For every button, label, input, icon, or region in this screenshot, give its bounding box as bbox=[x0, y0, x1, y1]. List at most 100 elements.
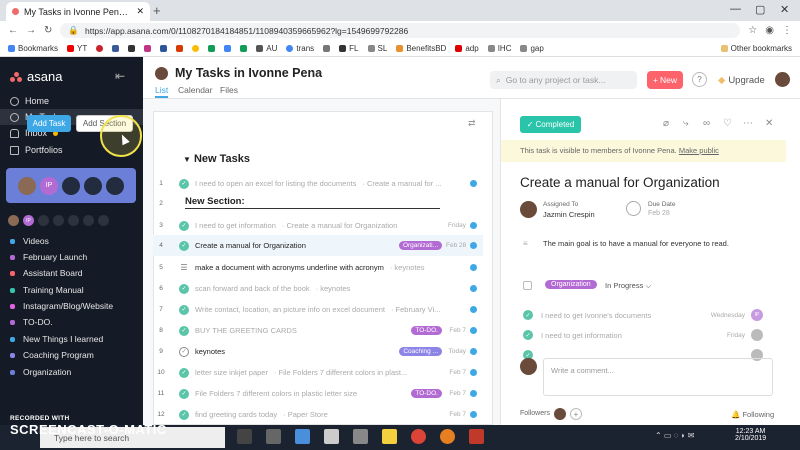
bookmark-amazon[interactable] bbox=[128, 44, 136, 52]
close-icon[interactable]: ✕ bbox=[765, 118, 773, 129]
project-tag[interactable]: Organization bbox=[545, 280, 597, 289]
comment-input[interactable]: Write a comment... bbox=[543, 358, 773, 396]
following-button[interactable]: 🔔 Following bbox=[731, 410, 774, 419]
complete-checkbox-icon[interactable]: ✓ bbox=[523, 330, 533, 340]
avatar-placeholder[interactable] bbox=[38, 215, 49, 226]
collapse-sidebar-icon[interactable]: ⇤ bbox=[115, 69, 125, 83]
bookmark-docs[interactable] bbox=[224, 44, 232, 52]
menu-icon[interactable]: ⋮ bbox=[782, 25, 792, 36]
extension-icon[interactable]: ◉ bbox=[765, 25, 774, 36]
team-members-card[interactable]: IP bbox=[6, 168, 136, 203]
avatar[interactable] bbox=[18, 176, 36, 195]
assignee-dot[interactable] bbox=[470, 390, 477, 397]
new-tab-icon[interactable]: + bbox=[153, 3, 161, 18]
screencast-icon[interactable] bbox=[469, 429, 484, 444]
complete-checkbox-icon[interactable]: ✓ bbox=[179, 283, 189, 294]
caret-down-icon[interactable]: ▼ bbox=[183, 155, 191, 164]
bookmark-word[interactable] bbox=[160, 44, 168, 52]
assignee-dot[interactable] bbox=[470, 264, 477, 271]
avatar-placeholder[interactable] bbox=[98, 215, 109, 226]
complete-checkbox-icon[interactable]: ✓ bbox=[179, 388, 189, 399]
task-due-date[interactable]: Friday bbox=[446, 222, 466, 229]
task-row[interactable]: 8 ✓ BUY THE GREETING CARDS TO-DO. Feb 7 bbox=[153, 320, 483, 341]
section-dropdown[interactable]: In Progress ⌵ bbox=[605, 281, 651, 291]
assignee-dot[interactable] bbox=[470, 348, 477, 355]
more-options-icon[interactable]: ··· bbox=[311, 65, 323, 79]
bookmark-instagram[interactable] bbox=[144, 44, 152, 52]
bookmark-au[interactable]: AU bbox=[256, 44, 277, 53]
bookmark-pinterest[interactable] bbox=[96, 44, 104, 52]
complete-checkbox-icon[interactable] bbox=[179, 199, 189, 209]
bookmark-apps[interactable]: Bookmarks bbox=[8, 44, 58, 53]
task-name[interactable]: keynotes bbox=[195, 347, 225, 356]
bookmark-drive[interactable] bbox=[208, 44, 216, 52]
task-row[interactable]: 10 ✓ letter size inkjet paper · File Folder… bbox=[153, 362, 483, 383]
avatar[interactable] bbox=[554, 408, 566, 420]
task-row[interactable]: 1 ✓ I need to open an excel for listing th… bbox=[153, 173, 483, 194]
task-name[interactable]: BUY THE GREETING CARDS bbox=[195, 326, 297, 335]
subtask-row[interactable]: ✓ I need to get information Friday bbox=[523, 325, 763, 345]
task-tag[interactable]: TO-DO. bbox=[411, 389, 442, 398]
avatar[interactable]: IP bbox=[751, 309, 763, 321]
assignee-dot[interactable] bbox=[470, 285, 477, 292]
tab-calendar[interactable]: Calendar bbox=[178, 85, 213, 95]
due-date-value[interactable]: Feb 28 bbox=[648, 210, 670, 217]
task-due-date[interactable]: Feb 7 bbox=[446, 327, 466, 334]
other-bookmarks[interactable]: Other bookmarks bbox=[720, 44, 792, 53]
close-window-icon[interactable]: ✕ bbox=[780, 3, 789, 16]
add-task-button[interactable]: Add Task bbox=[27, 115, 71, 132]
bookmark-fl[interactable]: FL bbox=[339, 44, 359, 53]
subtask-name[interactable]: I need to get information bbox=[541, 331, 622, 340]
sidebar-project[interactable]: New Things I learned bbox=[0, 331, 143, 347]
minimize-icon[interactable]: — bbox=[730, 3, 741, 15]
complete-checkbox-icon[interactable]: ✓ bbox=[179, 240, 189, 251]
task-due-date[interactable]: Feb 7 bbox=[446, 369, 466, 376]
chrome-icon[interactable] bbox=[411, 429, 426, 444]
task-tag[interactable]: TO-DO. bbox=[411, 326, 442, 335]
task-name[interactable]: scan forward and back of the book bbox=[195, 284, 310, 293]
section-header-new-tasks[interactable]: ▼ New Tasks bbox=[183, 153, 250, 165]
completed-button[interactable]: ✓ Completed bbox=[520, 116, 581, 133]
avatar[interactable] bbox=[520, 201, 537, 218]
complete-checkbox-icon[interactable]: ☰ bbox=[179, 263, 189, 273]
sidebar-project[interactable]: Training Manual bbox=[0, 282, 143, 298]
assignee-dot[interactable] bbox=[470, 306, 477, 313]
sidebar-project[interactable]: Assistant Board bbox=[0, 265, 143, 281]
task-row[interactable]: 11 ✓ File Folders 7 different colors in pl… bbox=[153, 383, 483, 404]
word-icon[interactable] bbox=[324, 429, 339, 444]
bookmark-facebook[interactable] bbox=[112, 44, 120, 52]
tab-files[interactable]: Files bbox=[220, 85, 238, 95]
avatar[interactable]: IP bbox=[40, 176, 58, 195]
sort-icon[interactable]: ⇄ bbox=[468, 118, 476, 129]
task-row[interactable]: 3 ✓ I need to get information · Create a ma… bbox=[153, 215, 483, 236]
avatar-placeholder[interactable] bbox=[106, 176, 124, 195]
bookmark-adp[interactable]: adp bbox=[455, 44, 479, 53]
subtask-row[interactable]: ✓ I need to get Ivonne's documents Wednesd… bbox=[523, 305, 763, 325]
avatar-placeholder[interactable] bbox=[84, 176, 102, 195]
assignee-dot[interactable] bbox=[470, 369, 477, 376]
camera-icon[interactable] bbox=[266, 429, 281, 444]
subtask-due-date[interactable]: Friday bbox=[727, 332, 745, 339]
reload-icon[interactable]: ↻ bbox=[44, 25, 52, 36]
browser-tab[interactable]: My Tasks in Ivonne Pena - Crea ✕ bbox=[6, 2, 150, 21]
avatar[interactable] bbox=[751, 329, 763, 341]
complete-checkbox-icon[interactable]: ✓ bbox=[179, 178, 189, 189]
complete-checkbox-icon[interactable]: ✓ bbox=[179, 367, 189, 378]
sidebar-project[interactable]: Instagram/Blog/Website bbox=[0, 298, 143, 314]
task-due-date[interactable]: Today bbox=[446, 348, 466, 355]
task-name[interactable]: I need to open an excel for listing the … bbox=[195, 179, 356, 188]
complete-checkbox-icon[interactable]: ✓ bbox=[179, 304, 189, 315]
link-icon[interactable]: ∞ bbox=[703, 118, 710, 129]
bookmark-item[interactable] bbox=[323, 44, 331, 52]
add-follower-icon[interactable]: + bbox=[570, 408, 582, 420]
task-name[interactable]: letter size inkjet paper bbox=[195, 368, 268, 377]
task-name[interactable]: find greeting cards today bbox=[195, 410, 277, 419]
avatar[interactable] bbox=[155, 67, 168, 80]
url-bar[interactable]: 🔒 https://app.asana.com/0/11082701841848… bbox=[60, 23, 741, 38]
complete-checkbox-icon[interactable]: ✓ bbox=[179, 220, 189, 231]
bookmark-office[interactable] bbox=[176, 44, 184, 52]
attach-icon[interactable]: ⌀ bbox=[663, 118, 669, 129]
avatar-placeholder[interactable] bbox=[53, 215, 64, 226]
asana-logo[interactable]: asana bbox=[10, 69, 62, 84]
task-view-icon[interactable] bbox=[237, 429, 252, 444]
